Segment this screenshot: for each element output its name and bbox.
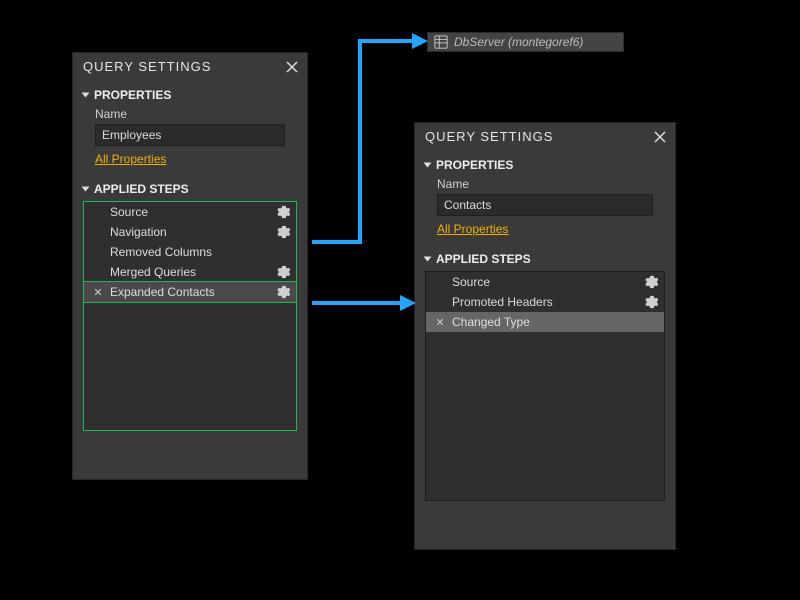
panel-title: QUERY SETTINGS (425, 129, 553, 144)
gear-icon[interactable] (644, 295, 658, 309)
properties-header-label: PROPERTIES (94, 88, 171, 102)
step-row[interactable]: ✕Removed Columns (84, 242, 296, 262)
chevron-down-icon (82, 187, 90, 192)
applied-steps-list: ✕Source✕Navigation✕Removed Columns✕Merge… (83, 201, 297, 431)
db-node[interactable]: DbServer (montegoref6) (427, 32, 624, 52)
delete-step-icon[interactable]: ✕ (432, 316, 448, 329)
query-settings-panel-employees: QUERY SETTINGS PROPERTIES Name All Prope… (72, 52, 308, 480)
db-node-label: DbServer (montegoref6) (454, 35, 583, 49)
properties-header-label: PROPERTIES (436, 158, 513, 172)
applied-steps-section: APPLIED STEPS ✕Source✕Navigation✕Removed… (73, 174, 307, 437)
step-label: Changed Type (448, 315, 644, 329)
all-properties-link[interactable]: All Properties (437, 222, 508, 236)
applied-steps-list: ✕Source✕Promoted Headers✕Changed Type (425, 271, 665, 501)
properties-section: PROPERTIES Name All Properties (415, 150, 675, 244)
step-row[interactable]: ✕Promoted Headers (426, 292, 664, 312)
step-label: Removed Columns (106, 245, 276, 259)
name-label: Name (425, 175, 665, 194)
chevron-down-icon (424, 163, 432, 168)
panel-title: QUERY SETTINGS (83, 59, 211, 74)
step-row[interactable]: ✕Expanded Contacts (83, 281, 297, 303)
chevron-down-icon (424, 257, 432, 262)
name-label: Name (83, 105, 297, 124)
step-row[interactable]: ✕Changed Type (426, 312, 664, 332)
applied-steps-header[interactable]: APPLIED STEPS (83, 178, 297, 199)
name-input[interactable] (95, 124, 285, 146)
properties-header[interactable]: PROPERTIES (83, 84, 297, 105)
applied-steps-section: APPLIED STEPS ✕Source✕Promoted Headers✕C… (415, 244, 675, 507)
database-icon (434, 35, 448, 49)
applied-steps-header[interactable]: APPLIED STEPS (425, 248, 665, 269)
panel-title-bar: QUERY SETTINGS (73, 53, 307, 80)
step-row[interactable]: ✕Merged Queries (84, 262, 296, 282)
applied-steps-header-label: APPLIED STEPS (436, 252, 531, 266)
chevron-down-icon (82, 93, 90, 98)
delete-step-icon[interactable]: ✕ (90, 286, 106, 299)
step-label: Source (448, 275, 644, 289)
query-settings-panel-contacts: QUERY SETTINGS PROPERTIES Name All Prope… (414, 122, 676, 550)
step-label: Navigation (106, 225, 276, 239)
close-icon[interactable] (285, 60, 299, 74)
step-label: Promoted Headers (448, 295, 644, 309)
step-label: Source (106, 205, 276, 219)
all-properties-link[interactable]: All Properties (95, 152, 166, 166)
gear-icon[interactable] (276, 265, 290, 279)
step-label: Expanded Contacts (106, 285, 276, 299)
step-label: Merged Queries (106, 265, 276, 279)
properties-section: PROPERTIES Name All Properties (73, 80, 307, 174)
close-icon[interactable] (653, 130, 667, 144)
gear-icon[interactable] (276, 285, 290, 299)
properties-header[interactable]: PROPERTIES (425, 154, 665, 175)
name-input[interactable] (437, 194, 653, 216)
step-row[interactable]: ✕Source (84, 202, 296, 222)
step-row[interactable]: ✕Source (426, 272, 664, 292)
gear-icon[interactable] (276, 205, 290, 219)
panel-title-bar: QUERY SETTINGS (415, 123, 675, 150)
gear-icon[interactable] (644, 275, 658, 289)
step-row[interactable]: ✕Navigation (84, 222, 296, 242)
applied-steps-header-label: APPLIED STEPS (94, 182, 189, 196)
gear-icon[interactable] (276, 225, 290, 239)
